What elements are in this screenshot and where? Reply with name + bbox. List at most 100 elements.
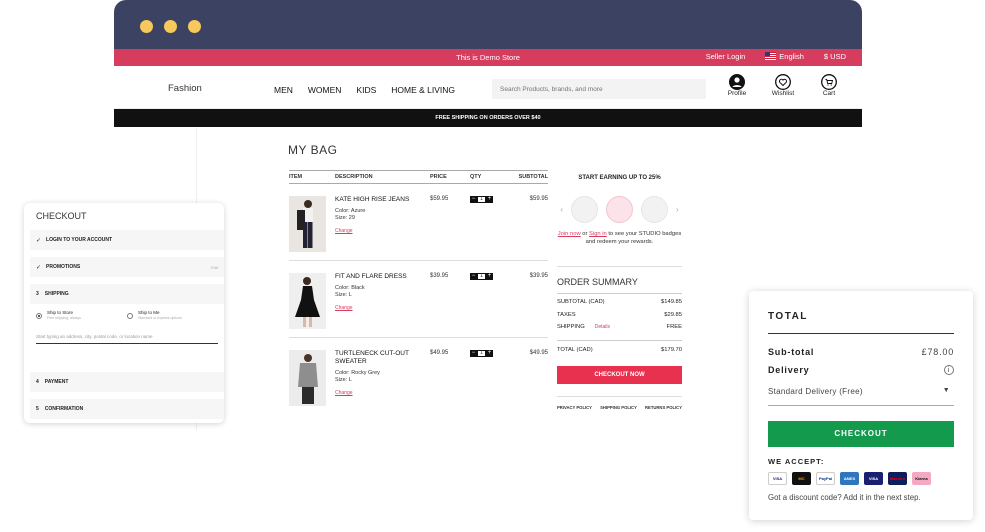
qty-value[interactable]: 1 <box>477 350 486 357</box>
step-promotions[interactable]: ✓ PROMOTIONS Edit <box>30 257 224 277</box>
nav-women[interactable]: WOMEN <box>308 85 342 95</box>
us-flag-icon <box>765 52 777 60</box>
info-icon[interactable]: i <box>944 365 954 375</box>
change-link[interactable]: Change <box>335 390 430 396</box>
step-login[interactable]: ✓ LOGIN TO YOUR ACCOUNT <box>30 230 224 250</box>
product-image[interactable] <box>289 350 326 406</box>
chevron-down-icon: ▼ <box>942 387 950 394</box>
store-logo[interactable]: Fashion <box>168 83 202 94</box>
demo-banner: This is Demo Store Seller Login English … <box>114 49 862 66</box>
delivery-label: Delivery <box>768 365 810 375</box>
product-subtotal: $39.95 <box>529 273 548 279</box>
step-payment[interactable]: 4 PAYMENT <box>30 372 224 392</box>
profile-button[interactable]: Profile <box>724 74 750 97</box>
checkout-now-button[interactable]: CHECKOUT NOW <box>557 366 682 384</box>
summary-subtotal-label: SUBTOTAL (CAD) <box>557 299 605 305</box>
klarna-icon: Klarna <box>912 472 931 485</box>
table-row: FIT AND FLARE DRESS Color: Black Size: L … <box>289 261 548 338</box>
rewards-panel: START EARNING UP TO 25% ‹ › Join now or … <box>557 175 682 246</box>
qty-increase-button[interactable]: + <box>486 350 493 357</box>
ship-to-me-label: Ship to Me <box>138 310 160 315</box>
main-navbar: Fashion MEN WOMEN KIDS HOME & LIVING Pro… <box>114 66 862 109</box>
qty-increase-button[interactable]: + <box>486 196 493 203</box>
subtotal-value: £78.00 <box>921 347 954 357</box>
product-color: Color: Azure <box>335 208 366 214</box>
profile-label: Profile <box>727 90 747 97</box>
wishlist-button[interactable]: Wishlist <box>770 74 796 97</box>
quantity-stepper: − 1 + <box>470 350 508 415</box>
col-description: DESCRIPTION <box>335 174 373 180</box>
product-size: Size: 29 <box>335 215 355 221</box>
address-input[interactable]: Start typing an address, city, postal co… <box>36 334 218 344</box>
table-row: TURTLENECK CUT-OUT SWEATER Color: Rocky … <box>289 338 548 415</box>
cart-button[interactable]: Cart <box>816 74 842 97</box>
browser-chrome <box>114 0 862 49</box>
nav-kids[interactable]: KIDS <box>356 85 376 95</box>
ship-to-me-option[interactable]: Ship to Me Standard or express options <box>127 310 218 320</box>
chevron-right-icon[interactable]: › <box>676 205 679 214</box>
coin-badge-icon <box>641 196 668 223</box>
col-item: ITEM <box>289 174 303 180</box>
ship-to-me-sub: Standard or express options <box>138 316 182 320</box>
bag-badge-icon <box>571 196 598 223</box>
checkmark-icon: ✓ <box>36 237 42 244</box>
bag-table: ITEM DESCRIPTION PRICE QTY SUBTOTAL KATE… <box>289 170 548 415</box>
nav-home-living[interactable]: HOME & LIVING <box>391 85 455 95</box>
product-name[interactable]: KATE HIGH RISE JEANS <box>335 196 430 204</box>
order-summary-title: ORDER SUMMARY <box>557 277 638 287</box>
change-link[interactable]: Change <box>335 305 430 311</box>
step-confirmation[interactable]: 5 CONFIRMATION <box>30 399 224 419</box>
shipping-policy-link[interactable]: SHIPPING POLICY <box>600 405 637 410</box>
cart-label: Cart <box>822 90 836 97</box>
step-payment-label: PAYMENT <box>44 379 69 385</box>
dress-photo <box>289 273 326 329</box>
seller-login-link[interactable]: Seller Login <box>706 52 746 61</box>
maestro-icon: Maestro <box>888 472 907 485</box>
search-input[interactable] <box>492 79 706 99</box>
change-link[interactable]: Change <box>335 228 430 234</box>
ship-to-store-radio[interactable] <box>36 313 42 319</box>
table-row: KATE HIGH RISE JEANS Color: Azure Size: 2… <box>289 184 548 261</box>
window-dot-1 <box>140 20 153 33</box>
returns-policy-link[interactable]: RETURNS POLICY <box>645 405 682 410</box>
ship-to-me-radio[interactable] <box>127 313 133 319</box>
studio-badge-icon <box>606 196 633 223</box>
heart-icon <box>775 74 791 90</box>
qty-decrease-button[interactable]: − <box>470 196 477 203</box>
product-subtotal: $49.95 <box>529 350 548 356</box>
language-selector[interactable]: English <box>765 52 804 61</box>
delivery-select[interactable]: Standard Delivery (Free) ▼ <box>768 387 954 406</box>
product-price: $59.95 <box>430 196 449 202</box>
sign-in-link[interactable]: Sign in <box>589 231 607 237</box>
qty-decrease-button[interactable]: − <box>470 350 477 357</box>
privacy-policy-link[interactable]: PRIVACY POLICY <box>557 405 592 410</box>
product-subtotal: $59.95 <box>529 196 548 202</box>
policies-divider <box>557 396 682 397</box>
product-name[interactable]: TURTLENECK CUT-OUT SWEATER <box>335 350 430 366</box>
profile-icon <box>729 74 745 90</box>
checkout-button[interactable]: CHECKOUT <box>768 421 954 447</box>
promotions-edit-link[interactable]: Edit <box>211 265 218 270</box>
nav-men[interactable]: MEN <box>274 85 293 95</box>
step-shipping[interactable]: 3 SHIPPING <box>30 284 224 304</box>
product-name[interactable]: FIT AND FLARE DRESS <box>335 273 430 281</box>
qty-increase-button[interactable]: + <box>486 273 493 280</box>
delivery-selected-option: Standard Delivery (Free) <box>768 387 863 396</box>
product-image[interactable] <box>289 273 326 329</box>
qty-value[interactable]: 1 <box>477 273 486 280</box>
join-now-link[interactable]: Join now <box>558 231 581 237</box>
total-title: TOTAL <box>768 311 808 322</box>
qty-decrease-button[interactable]: − <box>470 273 477 280</box>
step-shipping-number: 3 <box>36 291 39 297</box>
currency-selector[interactable]: $ USD <box>824 52 846 61</box>
product-image[interactable] <box>289 196 326 252</box>
qty-value[interactable]: 1 <box>477 196 486 203</box>
shipping-details-link[interactable]: Details <box>595 324 610 330</box>
summary-shipping-value: FREE <box>666 324 682 330</box>
ship-to-store-option[interactable]: Ship to Store Free shipping, always <box>36 310 127 320</box>
total-card: TOTAL Sub-total £78.00 Delivery i Standa… <box>749 291 973 520</box>
product-size: Size: L <box>335 292 352 298</box>
amex-card-icon: AMEX <box>840 472 859 485</box>
chevron-left-icon[interactable]: ‹ <box>560 205 563 214</box>
product-color: Color: Rocky Grey <box>335 370 380 376</box>
